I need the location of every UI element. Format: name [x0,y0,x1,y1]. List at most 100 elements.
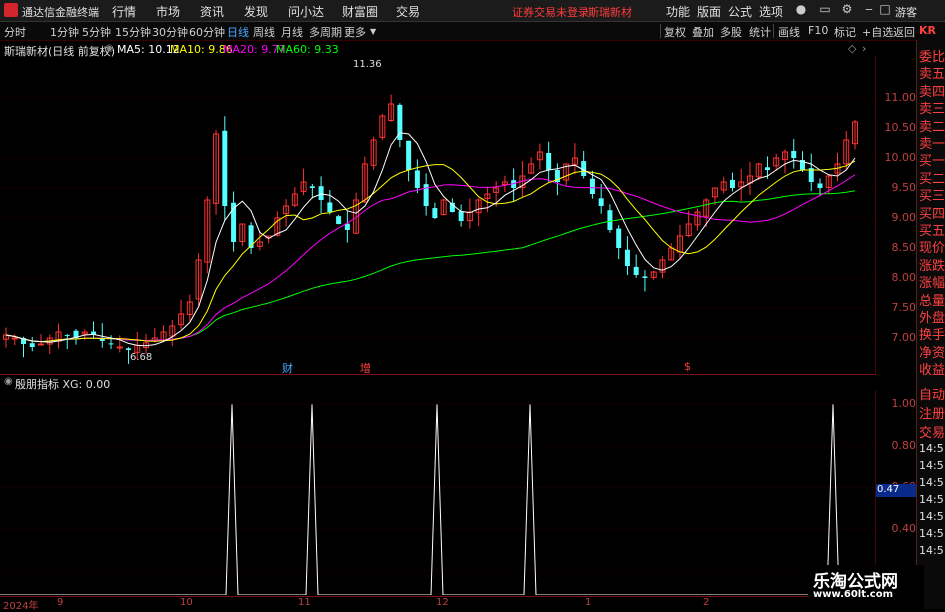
candle-body [546,152,552,170]
toolbar-divider [773,24,774,38]
collapse-panel-icon[interactable]: › [862,42,866,55]
period-tab-15min[interactable]: 15分钟 [115,24,151,40]
period-tab-daily[interactable]: 日线 [227,24,249,40]
period-tab-30min[interactable]: 30分钟 [152,24,188,40]
toolbar-add-favorite[interactable]: +自选 [862,24,893,40]
app-name: 通达信金融终端 [22,6,99,19]
period-tab-monthly[interactable]: 月线 [281,24,303,40]
candlestick-chart[interactable] [0,56,876,374]
quote-field-label: 净资 [919,345,945,361]
price-tick-label: 11.00 [884,91,917,104]
quote-field-label: 外盘 [919,311,945,326]
watermark-title: 乐淘公式网 [813,572,898,592]
quote-field-label: 买四 [919,206,945,222]
candle-body [309,186,315,188]
price-tick-label: 7.00 [891,331,917,344]
quote-field-label: 换手 [919,328,945,344]
toolbar-statistics[interactable]: 统计 [749,24,771,40]
candle-body [764,167,770,170]
date-label: 11 [298,597,311,608]
chart-options-icon[interactable]: ◉ [105,43,114,54]
candle-body [607,210,613,230]
menu-item-discover[interactable]: 发现 [244,3,268,20]
toolbar-divider [660,24,661,38]
toolbar-mark[interactable]: 标记 [834,24,856,40]
more-chevron-icon[interactable]: ▼ [370,27,376,36]
toolbar-rights-adjust[interactable]: 复权 [664,24,686,40]
menu-item-market[interactable]: 行情 [112,3,136,20]
candle-body [327,202,333,212]
menu-item-ask[interactable]: 问小达 [288,3,324,20]
cursor-value-badge: 0.47 [876,484,917,497]
minimize-icon[interactable]: ‒ [862,2,876,16]
panel-action-label[interactable]: 注册 [919,403,945,422]
menu-item-options[interactable]: 选项 [759,3,783,20]
date-label: 9 [57,597,64,608]
candle-body [222,130,228,206]
menu-item-wealth[interactable]: 财富圈 [342,3,378,20]
candle-body [598,198,604,206]
menu-item-market-overview[interactable]: 市场 [156,3,180,20]
current-stock-name: 斯瑞新材 [588,6,632,19]
menu-item-news[interactable]: 资讯 [200,3,224,20]
price-tick-label: 9.50 [891,181,917,194]
period-tab-1min[interactable]: 1分钟 [50,24,79,40]
indicator-tick-label: 0.40 [891,521,917,535]
tick-time: 14:5 [919,476,944,489]
period-tab-intraday[interactable]: 分时 [4,24,26,40]
price-tick-label: 8.00 [891,271,917,284]
date-label: 10 [180,597,193,608]
toolbar-draw-line[interactable]: 画线 [778,24,800,40]
indicator-tick-label: 1.00 [891,397,917,411]
watermark-url: www.60lt.com [813,589,894,600]
guest-label[interactable]: 游客 [895,4,917,20]
candle-body [616,228,622,248]
candle-body [633,266,639,275]
period-tab-5min[interactable]: 5分钟 [82,24,111,40]
menu-item-function[interactable]: 功能 [666,3,690,20]
menu-item-layout[interactable]: 版面 [697,3,721,20]
toolbar-overlay[interactable]: 叠加 [692,24,714,40]
toolbar-f10[interactable]: F10 [808,24,828,37]
maximize-icon[interactable]: □ [878,2,892,16]
tick-time: 14:5 [919,459,944,472]
date-label: 1 [585,597,592,608]
period-tab-multi[interactable]: 多周期 [309,24,342,40]
menu-item-trade[interactable]: 交易 [396,3,420,20]
candle-body [729,179,735,188]
price-tick-label: 9.00 [891,211,917,224]
skin-icon[interactable]: ▭ [818,2,832,16]
candle-body [38,343,45,346]
login-warning[interactable]: 证券交易未登录 [512,4,589,20]
expand-icon[interactable]: ◇ [848,42,856,55]
quote-field-label: 现价 [919,241,945,257]
settings-icon[interactable]: ⚙ [840,2,854,16]
date-label: 2 [703,597,710,608]
date-label: 2024年 [3,601,39,612]
ma60-label: MA60: 9.33 [276,43,339,56]
indicator-tick-label: 0.80 [891,438,917,452]
period-tab-more[interactable]: 更多 [344,24,366,40]
user-icon[interactable]: ● [794,2,808,16]
indicator-options-icon[interactable]: ◉ [4,376,13,387]
pane-divider [0,374,876,375]
indicator-chart[interactable] [0,390,876,595]
quote-field-label: 卖三 [919,102,945,118]
quote-field-label: 买三 [919,189,945,205]
menu-item-formula[interactable]: 公式 [728,3,752,20]
event-marker-dividend[interactable]: $ [684,360,691,373]
period-tab-60min[interactable]: 60分钟 [189,24,225,40]
toolbar-back[interactable]: 返回 [893,24,915,40]
quote-field-label: 卖四 [919,84,945,100]
panel-action-label[interactable]: 自动 [919,384,945,403]
quote-field-label: 总量 [919,293,945,309]
candle-body [817,183,823,188]
panel-action-label[interactable]: 交易 [919,422,945,441]
price-tick-label: 7.50 [891,301,917,314]
period-tab-weekly[interactable]: 周线 [253,24,275,40]
quote-field-label: 买二 [919,171,945,187]
toolbar-multi-stock[interactable]: 多股 [720,24,742,40]
date-label: 12 [436,597,449,608]
candle-body [11,337,18,340]
candle-body [318,186,324,200]
